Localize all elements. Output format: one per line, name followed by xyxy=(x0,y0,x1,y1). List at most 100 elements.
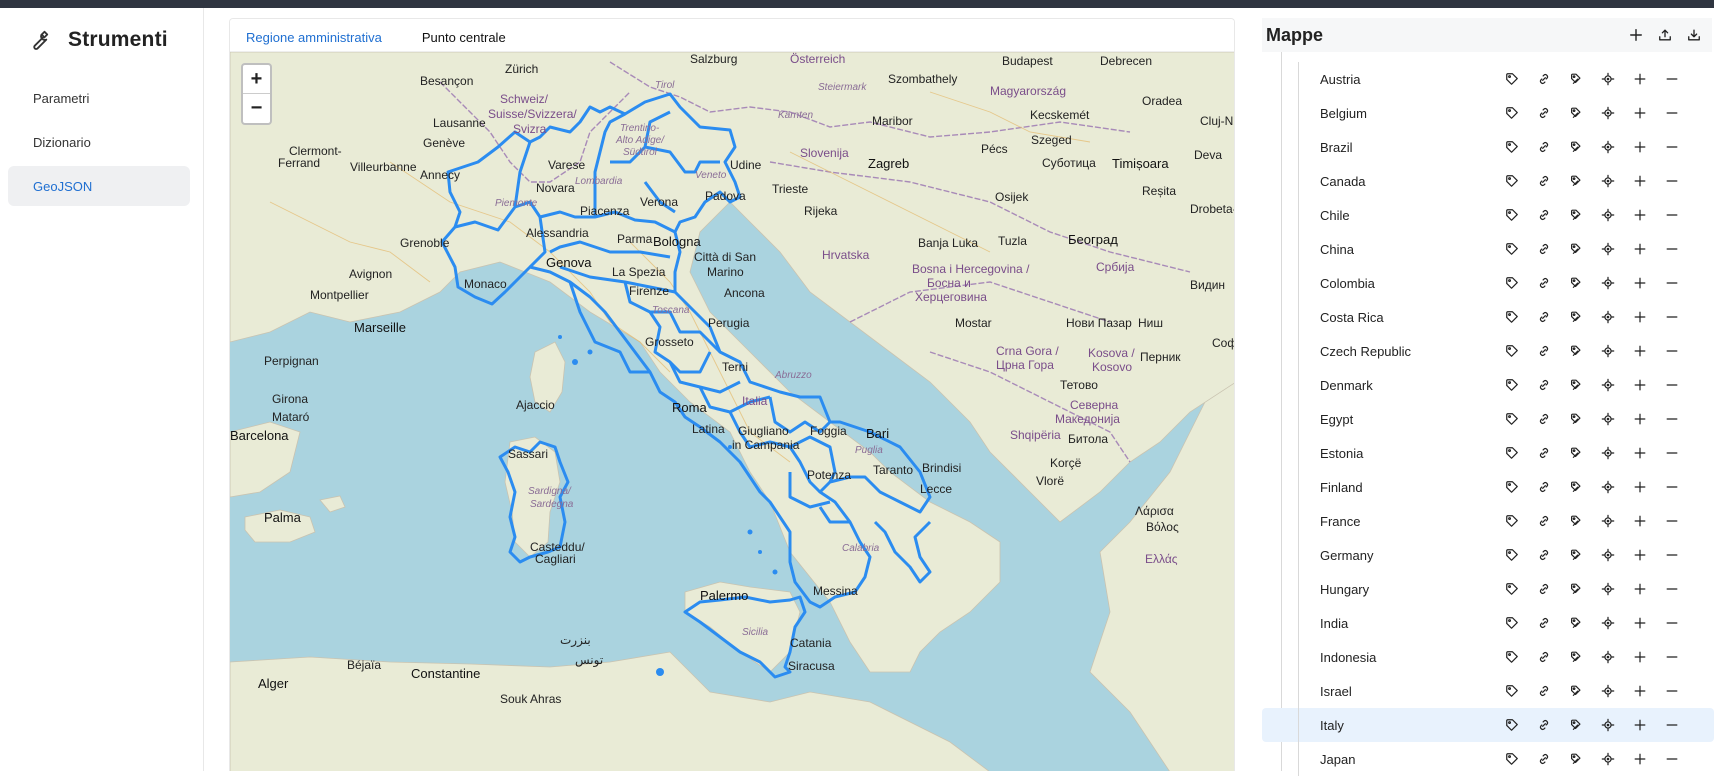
remove-button[interactable] xyxy=(1663,275,1680,292)
remove-button[interactable] xyxy=(1663,105,1680,122)
edit-label-button[interactable] xyxy=(1503,445,1520,462)
locate-button[interactable] xyxy=(1599,173,1616,190)
country-row-canada[interactable]: Canada xyxy=(1262,164,1714,198)
add-button[interactable] xyxy=(1631,751,1648,768)
edit-label-button[interactable] xyxy=(1503,717,1520,734)
tags-button[interactable] xyxy=(1567,241,1584,258)
tags-button[interactable] xyxy=(1567,717,1584,734)
tags-button[interactable] xyxy=(1567,649,1584,666)
remove-button[interactable] xyxy=(1663,207,1680,224)
edit-label-button[interactable] xyxy=(1503,649,1520,666)
link-button[interactable] xyxy=(1535,751,1552,768)
locate-button[interactable] xyxy=(1599,479,1616,496)
country-row-china[interactable]: China xyxy=(1262,232,1714,266)
link-button[interactable] xyxy=(1535,649,1552,666)
remove-button[interactable] xyxy=(1663,581,1680,598)
sidebar-item-dizionario[interactable]: Dizionario xyxy=(8,122,190,162)
add-button[interactable] xyxy=(1631,377,1648,394)
edit-label-button[interactable] xyxy=(1503,683,1520,700)
add-map-button[interactable] xyxy=(1627,27,1644,44)
country-row-austria[interactable]: Austria xyxy=(1262,62,1714,96)
link-button[interactable] xyxy=(1535,717,1552,734)
link-button[interactable] xyxy=(1535,139,1552,156)
remove-button[interactable] xyxy=(1663,309,1680,326)
link-button[interactable] xyxy=(1535,105,1552,122)
locate-button[interactable] xyxy=(1599,377,1616,394)
upload-button[interactable] xyxy=(1656,27,1673,44)
locate-button[interactable] xyxy=(1599,275,1616,292)
remove-button[interactable] xyxy=(1663,377,1680,394)
tags-button[interactable] xyxy=(1567,615,1584,632)
remove-button[interactable] xyxy=(1663,445,1680,462)
add-button[interactable] xyxy=(1631,581,1648,598)
remove-button[interactable] xyxy=(1663,615,1680,632)
locate-button[interactable] xyxy=(1599,751,1616,768)
link-button[interactable] xyxy=(1535,71,1552,88)
edit-label-button[interactable] xyxy=(1503,479,1520,496)
country-row-indonesia[interactable]: Indonesia xyxy=(1262,640,1714,674)
tags-button[interactable] xyxy=(1567,479,1584,496)
remove-button[interactable] xyxy=(1663,479,1680,496)
edit-label-button[interactable] xyxy=(1503,207,1520,224)
edit-label-button[interactable] xyxy=(1503,139,1520,156)
remove-button[interactable] xyxy=(1663,343,1680,360)
add-button[interactable] xyxy=(1631,275,1648,292)
tags-button[interactable] xyxy=(1567,751,1584,768)
add-button[interactable] xyxy=(1631,683,1648,700)
link-button[interactable] xyxy=(1535,377,1552,394)
link-button[interactable] xyxy=(1535,173,1552,190)
remove-button[interactable] xyxy=(1663,683,1680,700)
tags-button[interactable] xyxy=(1567,207,1584,224)
add-button[interactable] xyxy=(1631,207,1648,224)
link-button[interactable] xyxy=(1535,241,1552,258)
edit-label-button[interactable] xyxy=(1503,275,1520,292)
country-row-brazil[interactable]: Brazil xyxy=(1262,130,1714,164)
locate-button[interactable] xyxy=(1599,615,1616,632)
locate-button[interactable] xyxy=(1599,683,1616,700)
link-button[interactable] xyxy=(1535,683,1552,700)
add-button[interactable] xyxy=(1631,649,1648,666)
add-button[interactable] xyxy=(1631,309,1648,326)
edit-label-button[interactable] xyxy=(1503,513,1520,530)
remove-button[interactable] xyxy=(1663,71,1680,88)
country-row-italy[interactable]: Italy xyxy=(1262,708,1714,742)
add-button[interactable] xyxy=(1631,411,1648,428)
remove-button[interactable] xyxy=(1663,241,1680,258)
edit-label-button[interactable] xyxy=(1503,71,1520,88)
locate-button[interactable] xyxy=(1599,547,1616,564)
country-row-chile[interactable]: Chile xyxy=(1262,198,1714,232)
country-row-belgium[interactable]: Belgium xyxy=(1262,96,1714,130)
tags-button[interactable] xyxy=(1567,173,1584,190)
link-button[interactable] xyxy=(1535,615,1552,632)
country-row-israel[interactable]: Israel xyxy=(1262,674,1714,708)
locate-button[interactable] xyxy=(1599,71,1616,88)
edit-label-button[interactable] xyxy=(1503,615,1520,632)
country-row-denmark[interactable]: Denmark xyxy=(1262,368,1714,402)
tab-punto-centrale[interactable]: Punto centrale xyxy=(422,30,506,51)
edit-label-button[interactable] xyxy=(1503,411,1520,428)
link-button[interactable] xyxy=(1535,513,1552,530)
tags-button[interactable] xyxy=(1567,275,1584,292)
tags-button[interactable] xyxy=(1567,139,1584,156)
locate-button[interactable] xyxy=(1599,581,1616,598)
tab-regione-amministrativa[interactable]: Regione amministrativa xyxy=(246,30,382,51)
sidebar-item-geojson[interactable]: GeoJSON xyxy=(8,166,190,206)
country-row-czech-republic[interactable]: Czech Republic xyxy=(1262,334,1714,368)
add-button[interactable] xyxy=(1631,445,1648,462)
add-button[interactable] xyxy=(1631,615,1648,632)
remove-button[interactable] xyxy=(1663,411,1680,428)
locate-button[interactable] xyxy=(1599,241,1616,258)
locate-button[interactable] xyxy=(1599,411,1616,428)
link-button[interactable] xyxy=(1535,581,1552,598)
tags-button[interactable] xyxy=(1567,105,1584,122)
tags-button[interactable] xyxy=(1567,581,1584,598)
tags-button[interactable] xyxy=(1567,547,1584,564)
link-button[interactable] xyxy=(1535,343,1552,360)
edit-label-button[interactable] xyxy=(1503,751,1520,768)
remove-button[interactable] xyxy=(1663,751,1680,768)
add-button[interactable] xyxy=(1631,173,1648,190)
remove-button[interactable] xyxy=(1663,513,1680,530)
add-button[interactable] xyxy=(1631,343,1648,360)
country-row-estonia[interactable]: Estonia xyxy=(1262,436,1714,470)
country-row-egypt[interactable]: Egypt xyxy=(1262,402,1714,436)
